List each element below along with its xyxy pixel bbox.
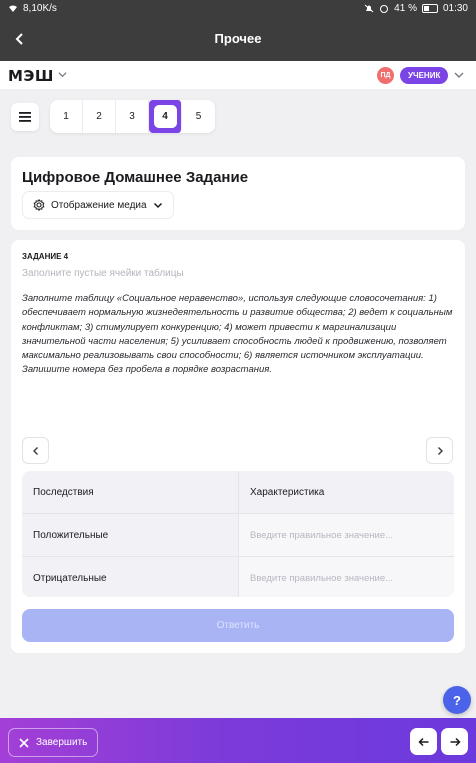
help-button[interactable]: ? <box>443 686 471 714</box>
tab-question-2[interactable]: 2 <box>83 100 116 133</box>
role-badge[interactable]: УЧЕНИК <box>400 67 449 84</box>
menu-button[interactable] <box>11 103 39 131</box>
table-header-row: Последствия Характеристика <box>22 471 454 513</box>
task-label: ЗАДАНИЕ 4 <box>22 252 69 261</box>
table-header-cell: Последствия <box>33 486 94 498</box>
tab-question-5[interactable]: 5 <box>182 100 215 133</box>
submit-answer-button[interactable]: Ответить <box>22 609 454 642</box>
task-card: ЗАДАНИЕ 4 Заполните пустые ячейки таблиц… <box>11 240 465 653</box>
negative-answer-input[interactable]: Введите правильное значение... <box>238 557 454 597</box>
alarm-icon <box>380 5 389 13</box>
homework-card: Цифровое Домашнее Задание Отображение ме… <box>11 157 465 230</box>
tab-question-1[interactable]: 1 <box>50 100 83 133</box>
media-display-button[interactable]: Отображение медиа <box>22 191 174 219</box>
table-row: Положительные Введите правильное значени… <box>22 514 454 556</box>
task-text: Заполните таблицу «Социальное неравенств… <box>22 293 453 376</box>
chevron-down-icon[interactable] <box>454 70 464 80</box>
table-row: Отрицательные Введите правильное значени… <box>22 557 454 597</box>
mute-bell-icon <box>364 4 374 13</box>
hamburger-icon <box>19 112 31 122</box>
app-bar: Прочее <box>0 17 476 61</box>
tab-question-4[interactable]: 4 <box>149 100 182 133</box>
question-tabs: 1 2 3 4 5 <box>50 100 215 133</box>
battery-percent: 41 % <box>394 3 417 14</box>
chevron-down-icon <box>153 202 162 209</box>
status-bar: 8,10K/s 41 % 01:30 <box>0 0 476 17</box>
table-scroll-prev-button[interactable] <box>22 437 49 464</box>
tab-question-3[interactable]: 3 <box>116 100 149 133</box>
next-question-button[interactable] <box>441 728 468 755</box>
media-button-label: Отображение медиа <box>51 199 147 211</box>
app-bar-title: Прочее <box>214 31 262 46</box>
avatar[interactable]: ПД <box>377 67 394 84</box>
table-header-cell: Характеристика <box>238 471 454 513</box>
chevron-left-icon <box>32 446 38 455</box>
bottom-bar: Завершить <box>0 718 476 763</box>
arrow-left-icon <box>417 737 428 746</box>
table-scroll-next-button[interactable] <box>426 437 453 464</box>
finish-button-label: Завершить <box>36 737 88 748</box>
finish-button[interactable]: Завершить <box>8 728 99 757</box>
answer-table: Последствия Характеристика Положительные… <box>22 471 454 597</box>
previous-question-button[interactable] <box>410 728 437 755</box>
wifi-icon <box>9 5 17 12</box>
task-subtitle: Заполните пустые ячейки таблицы <box>22 268 184 279</box>
chevron-down-icon[interactable] <box>58 70 67 79</box>
page-title: Цифровое Домашнее Задание <box>22 169 249 186</box>
arrow-right-icon <box>450 737 461 746</box>
gear-icon <box>33 199 45 211</box>
close-icon <box>19 737 29 748</box>
mesh-logo[interactable]: МЭШ <box>8 67 54 85</box>
table-row-label: Отрицательные <box>33 572 107 584</box>
site-header: МЭШ ПД УЧЕНИК <box>0 61 476 89</box>
chevron-right-icon <box>437 446 443 455</box>
positive-answer-input[interactable]: Введите правильное значение... <box>238 514 454 556</box>
table-row-label: Положительные <box>33 529 109 541</box>
clock: 01:30 <box>442 3 468 14</box>
network-speed: 8,10K/s <box>23 3 57 14</box>
battery-icon <box>421 4 438 13</box>
